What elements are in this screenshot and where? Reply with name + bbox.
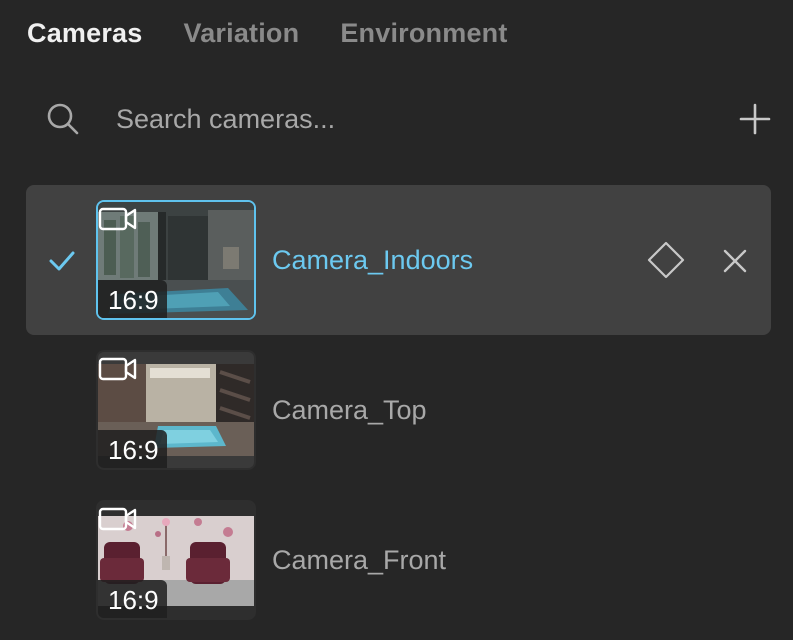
tab-variation[interactable]: Variation (183, 14, 299, 52)
search-row (44, 94, 774, 144)
camera-item-indoors[interactable]: 16:9 Camera_Indoors (26, 185, 771, 335)
aspect-ratio-badge: 16:9 (98, 430, 167, 468)
tab-environment[interactable]: Environment (340, 14, 507, 52)
aspect-ratio-badge: 16:9 (98, 280, 167, 318)
tab-cameras[interactable]: Cameras (27, 14, 142, 52)
camera-name[interactable]: Camera_Front (272, 541, 446, 579)
camera-name[interactable]: Camera_Top (272, 391, 427, 429)
camera-name[interactable]: Camera_Indoors (272, 241, 473, 279)
video-camera-icon (98, 357, 137, 381)
close-icon[interactable] (721, 247, 749, 275)
cameras-panel: Cameras Variation Environment Search cam… (0, 0, 793, 640)
camera-thumbnail[interactable]: 16:9 (96, 500, 256, 620)
diamond-icon[interactable] (646, 240, 686, 280)
camera-item-top[interactable]: 16:9 Camera_Top (26, 335, 771, 485)
video-camera-icon (98, 507, 137, 531)
plus-icon[interactable] (736, 100, 774, 138)
camera-item-front[interactable]: 16:9 Camera_Front (26, 485, 771, 635)
tab-bar: Cameras Variation Environment (27, 14, 508, 52)
aspect-ratio-badge: 16:9 (98, 580, 167, 618)
video-camera-icon (98, 207, 137, 231)
check-icon (49, 251, 75, 271)
camera-thumbnail[interactable]: 16:9 (96, 200, 256, 320)
search-input[interactable] (116, 98, 676, 140)
search-icon[interactable] (44, 100, 82, 138)
camera-thumbnail[interactable]: 16:9 (96, 350, 256, 470)
camera-list: 16:9 Camera_Indoors 16:9 Camera_Top 16:9… (26, 185, 771, 635)
